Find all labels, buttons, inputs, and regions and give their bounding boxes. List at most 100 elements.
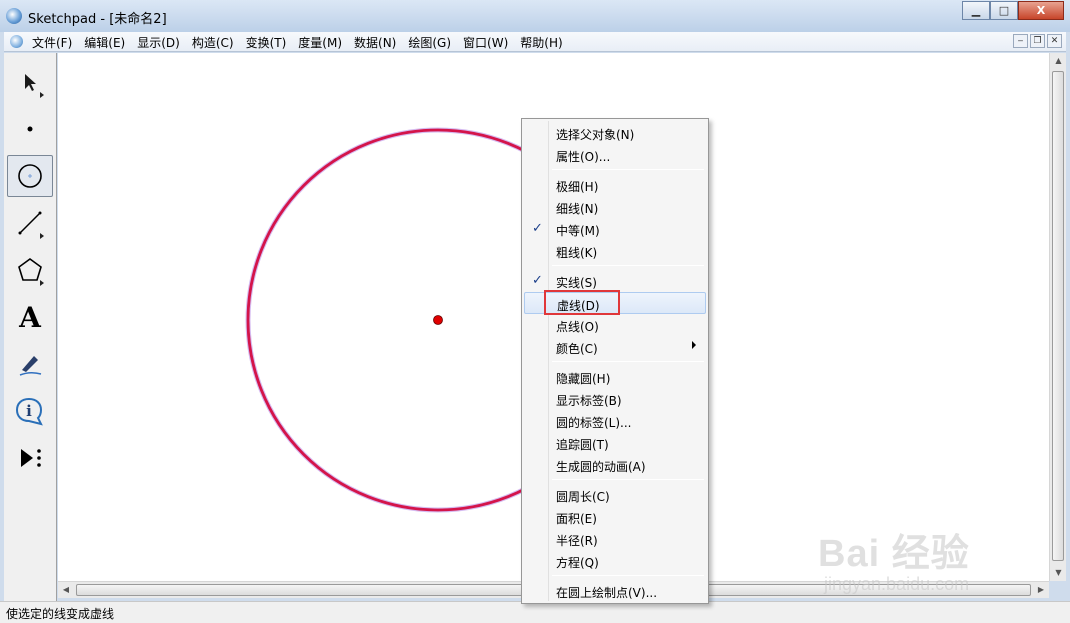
arrow-select-icon: [25, 74, 36, 91]
toolbox: A i: [4, 53, 57, 601]
title-bar[interactable]: Sketchpad - [未命名2] ▁ □ X: [0, 0, 1070, 32]
sketchpad-window: Sketchpad - [未命名2] ▁ □ X 文件(F) 编辑(E) 显示(D)…: [0, 0, 1070, 623]
menu-item[interactable]: 显示(D): [137, 34, 180, 51]
menu-separator: [552, 479, 704, 480]
tool-submenu-indicator: [40, 92, 44, 98]
scroll-right-arrow-icon[interactable]: ▶: [1033, 582, 1049, 598]
polygon-tool[interactable]: [7, 249, 53, 291]
context-menu-item-label: 颜色(C): [556, 342, 598, 356]
menu-item[interactable]: 窗口(W): [463, 34, 508, 51]
context-menu-item-label: 极细(H): [556, 180, 599, 194]
context-menu-item-label: 点线(O): [556, 320, 599, 334]
highlight-annotation-box: [544, 290, 620, 315]
context-menu-item-label: 实线(S): [556, 276, 597, 290]
menu-separator: [552, 575, 704, 576]
doc-minimize-button[interactable]: ‒: [1013, 34, 1028, 48]
baidu-watermark: Bai 经验 jingyan.baidu.com: [818, 512, 1018, 602]
menu-separator: [552, 265, 704, 266]
sketchpad-app-icon: [6, 8, 22, 24]
context-menu-item[interactable]: 属性(O)...: [524, 144, 706, 166]
menu-item[interactable]: 绘图(G): [408, 34, 451, 51]
menu-item[interactable]: 变换(T): [246, 34, 287, 51]
context-menu-item[interactable]: 圆周长(C): [524, 484, 706, 506]
arrow-tool[interactable]: [7, 61, 53, 103]
scroll-up-arrow-icon[interactable]: ▲: [1050, 53, 1067, 69]
menu-items: 文件(F) 编辑(E) 显示(D) 构造(C) 变换(T) 度量(M) 数据(N) 绘图(G)…: [32, 34, 575, 51]
information-tool[interactable]: i: [7, 390, 53, 432]
context-menu-item-label: 属性(O)...: [556, 150, 611, 164]
window-controls: ▁ □ X: [962, 1, 1064, 20]
context-menu-item[interactable]: 隐藏圆(H): [524, 366, 706, 388]
circle-compass-icon: [18, 164, 42, 188]
information-bubble-icon: i: [15, 397, 43, 426]
marker-pen-icon: [19, 356, 42, 376]
document-window-controls: ‒ ❐ ✕: [1013, 34, 1062, 48]
context-menu-item-label: 半径(R): [556, 534, 598, 548]
document-icon[interactable]: [10, 35, 23, 48]
context-menu-item[interactable]: 追踪圆(T): [524, 432, 706, 454]
menu-item[interactable]: 构造(C): [192, 34, 234, 51]
status-text: 使选定的线变成虚线: [6, 607, 115, 621]
context-menu-item[interactable]: ✓ 实线(S): [524, 270, 706, 292]
context-menu-item[interactable]: 在圆上绘制点(V)...: [524, 580, 706, 602]
context-menu-item[interactable]: 细线(N): [524, 196, 706, 218]
context-menu-item[interactable]: 显示标签(B): [524, 388, 706, 410]
checkmark-icon: ✓: [532, 221, 543, 236]
play-custom-icon: [21, 449, 41, 467]
menu-item[interactable]: 帮助(H): [520, 34, 562, 51]
compass-tool[interactable]: [7, 155, 53, 197]
context-menu-item[interactable]: 颜色(C): [524, 336, 706, 358]
menu-item[interactable]: 文件(F): [32, 34, 72, 51]
menu-item[interactable]: 度量(M): [298, 34, 342, 51]
context-menu-item-label: 隐藏圆(H): [556, 372, 611, 386]
doc-restore-button[interactable]: ❐: [1030, 34, 1045, 48]
menu-item[interactable]: 数据(N): [354, 34, 396, 51]
window-title: Sketchpad - [未命名2]: [28, 12, 167, 27]
point-tool[interactable]: [7, 108, 53, 150]
close-button[interactable]: X: [1018, 1, 1064, 20]
scroll-left-arrow-icon[interactable]: ◀: [58, 582, 74, 598]
svg-text:i: i: [26, 402, 32, 420]
context-menu-item-label: 生成圆的动画(A): [556, 460, 646, 474]
scroll-down-arrow-icon[interactable]: ▼: [1050, 565, 1067, 581]
context-menu-item[interactable]: 面积(E): [524, 506, 706, 528]
doc-close-button[interactable]: ✕: [1047, 34, 1062, 48]
custom-tool[interactable]: [7, 437, 53, 479]
context-menu-item[interactable]: 选择父对象(N): [524, 122, 706, 144]
context-menu-item-label: 圆周长(C): [556, 490, 610, 504]
context-menu: 选择父对象(N) 属性(O)... 极细(H) 细线(N) ✓ 中等(M) 粗线(K) ✓ 实线…: [521, 118, 709, 604]
context-menu-item[interactable]: 极细(H): [524, 174, 706, 196]
watermark-url: jingyan.baidu.com: [824, 574, 970, 594]
tool-submenu-indicator: [40, 233, 44, 239]
context-menu-item[interactable]: 生成圆的动画(A): [524, 454, 706, 476]
context-menu-item-label: 追踪圆(T): [556, 438, 609, 452]
context-menu-item-label: 显示标签(B): [556, 394, 622, 408]
context-menu-item-label: 选择父对象(N): [556, 128, 635, 142]
circle-center-point[interactable]: [433, 315, 443, 325]
minimize-button[interactable]: ▁: [962, 1, 990, 20]
tool-submenu-indicator: [40, 280, 44, 286]
context-menu-item[interactable]: 点线(O): [524, 314, 706, 336]
context-menu-item-label: 在圆上绘制点(V)...: [556, 586, 658, 600]
context-menu-item[interactable]: 方程(Q): [524, 550, 706, 572]
context-menu-item[interactable]: 粗线(K): [524, 240, 706, 262]
vertical-scrollbar[interactable]: ▲ ▼: [1049, 53, 1066, 581]
context-menu-item[interactable]: 圆的标签(L)...: [524, 410, 706, 432]
context-menu-item-label: 细线(N): [556, 202, 599, 216]
marker-tool[interactable]: [7, 343, 53, 385]
watermark-logo-text: Bai 经验: [818, 533, 970, 575]
checkmark-icon: ✓: [532, 273, 543, 288]
menu-item[interactable]: 编辑(E): [84, 34, 125, 51]
text-a-icon: A: [19, 300, 41, 334]
submenu-arrow-icon: [692, 341, 696, 349]
context-menu-item[interactable]: ✓ 中等(M): [524, 218, 706, 240]
menu-separator: [552, 169, 704, 170]
menu-separator: [552, 361, 704, 362]
context-menu-item[interactable]: 半径(R): [524, 528, 706, 550]
maximize-button[interactable]: □: [990, 1, 1018, 20]
context-menu-item-label: 粗线(K): [556, 246, 598, 260]
vertical-scroll-thumb[interactable]: [1052, 71, 1064, 561]
context-menu-item-label: 中等(M): [556, 224, 600, 238]
straightedge-tool[interactable]: [7, 202, 53, 244]
text-tool[interactable]: A: [7, 296, 53, 338]
